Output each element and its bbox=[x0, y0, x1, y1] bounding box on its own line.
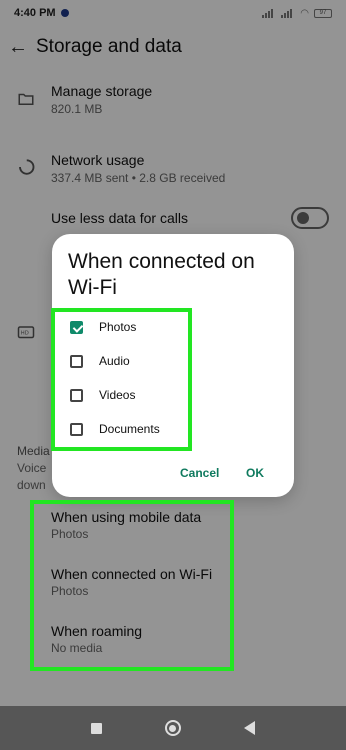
wifi-download-dialog: When connected on Wi-Fi Photos Audio Vid… bbox=[52, 234, 294, 497]
option-photos[interactable]: Photos bbox=[70, 317, 210, 337]
option-videos[interactable]: Videos bbox=[70, 385, 210, 405]
option-audio[interactable]: Audio bbox=[70, 351, 210, 371]
recents-icon[interactable] bbox=[91, 722, 103, 734]
audio-label: Audio bbox=[99, 354, 130, 368]
photos-label: Photos bbox=[99, 320, 137, 334]
ok-button[interactable]: OK bbox=[246, 466, 264, 480]
home-icon[interactable] bbox=[164, 720, 181, 736]
videos-checkbox[interactable] bbox=[70, 388, 83, 402]
videos-label: Videos bbox=[99, 388, 136, 402]
option-documents[interactable]: Documents bbox=[70, 419, 210, 439]
audio-checkbox[interactable] bbox=[70, 354, 83, 368]
documents-label: Documents bbox=[99, 422, 160, 436]
dialog-title: When connected on Wi-Fi bbox=[68, 250, 255, 299]
back-triangle-icon[interactable] bbox=[243, 721, 255, 735]
photos-checkbox[interactable] bbox=[70, 320, 83, 334]
cancel-button[interactable]: Cancel bbox=[180, 466, 219, 480]
documents-checkbox[interactable] bbox=[70, 422, 83, 436]
system-nav-bar bbox=[0, 706, 346, 750]
